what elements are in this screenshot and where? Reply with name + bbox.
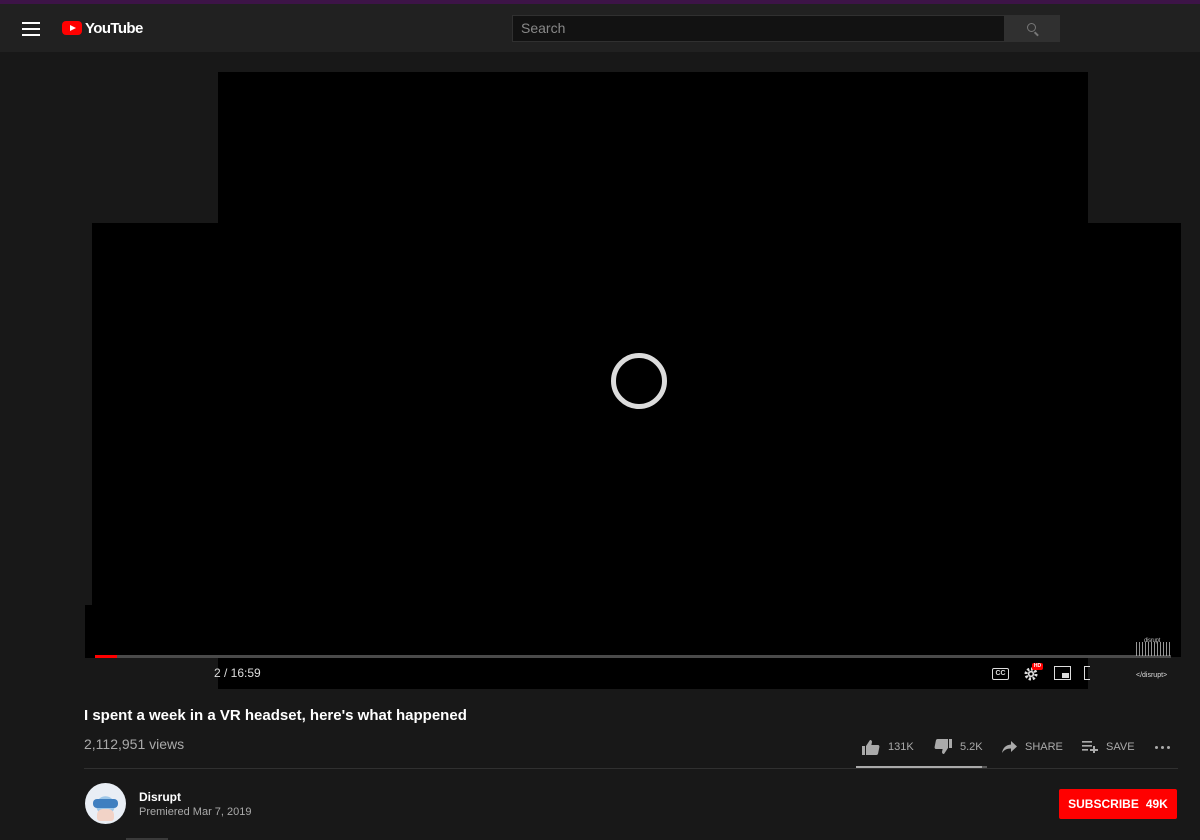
thumbs-up-icon [862, 740, 880, 755]
divider [84, 768, 1178, 769]
premiere-date: Premiered Mar 7, 2019 [139, 806, 252, 818]
channel-avatar[interactable] [85, 783, 126, 824]
channel-name[interactable]: Disrupt [139, 790, 181, 804]
cc-icon[interactable]: CC [992, 668, 1009, 680]
player-surface[interactable] [92, 223, 1181, 606]
search-input[interactable]: Search [512, 15, 1005, 42]
magnifier-icon [1026, 23, 1036, 32]
player-surface-top[interactable] [218, 72, 1088, 224]
dislike-count: 5.2K [960, 741, 983, 753]
like-button[interactable]: 131K [862, 739, 914, 755]
subscribe-label: SUBSCRIBE [1068, 797, 1139, 811]
masthead: YouTube Search [0, 4, 1200, 52]
time-display: 2 / 16:59 [214, 666, 261, 680]
save-button[interactable]: SAVE [1082, 741, 1135, 753]
hamburger-menu-icon[interactable] [22, 22, 40, 36]
share-label: SHARE [1025, 741, 1063, 753]
loading-spinner-icon [611, 353, 667, 409]
logo-text: YouTube [85, 19, 143, 37]
channel-watermark-icon[interactable] [1136, 642, 1170, 656]
subscribe-button[interactable]: SUBSCRIBE 49K [1059, 789, 1177, 819]
playlist-add-icon [1082, 741, 1098, 753]
player-edge [85, 658, 218, 689]
dislike-button[interactable]: 5.2K [934, 739, 983, 755]
hd-badge: HD [1032, 663, 1043, 670]
search-button[interactable] [1004, 15, 1060, 42]
channel-tag: </disrupt> [1136, 672, 1168, 679]
miniplayer-icon[interactable] [1054, 666, 1071, 680]
subscriber-count: 49K [1145, 797, 1168, 811]
progress-bar[interactable] [95, 655, 1171, 658]
video-title: I spent a week in a VR headset, here's w… [84, 707, 467, 724]
youtube-logo[interactable]: YouTube [62, 18, 143, 38]
save-label: SAVE [1106, 741, 1135, 753]
view-count: 2,112,951 views [84, 736, 185, 752]
more-actions-icon[interactable] [1155, 745, 1170, 749]
fullscreen-icon[interactable] [1084, 666, 1090, 680]
thumbs-down-icon [934, 739, 952, 754]
share-arrow-icon [1002, 741, 1017, 753]
play-logo-icon [62, 21, 82, 35]
like-count: 131K [888, 741, 914, 753]
share-button[interactable]: SHARE [1002, 741, 1063, 753]
watermark-text: disrupt [1144, 638, 1160, 644]
